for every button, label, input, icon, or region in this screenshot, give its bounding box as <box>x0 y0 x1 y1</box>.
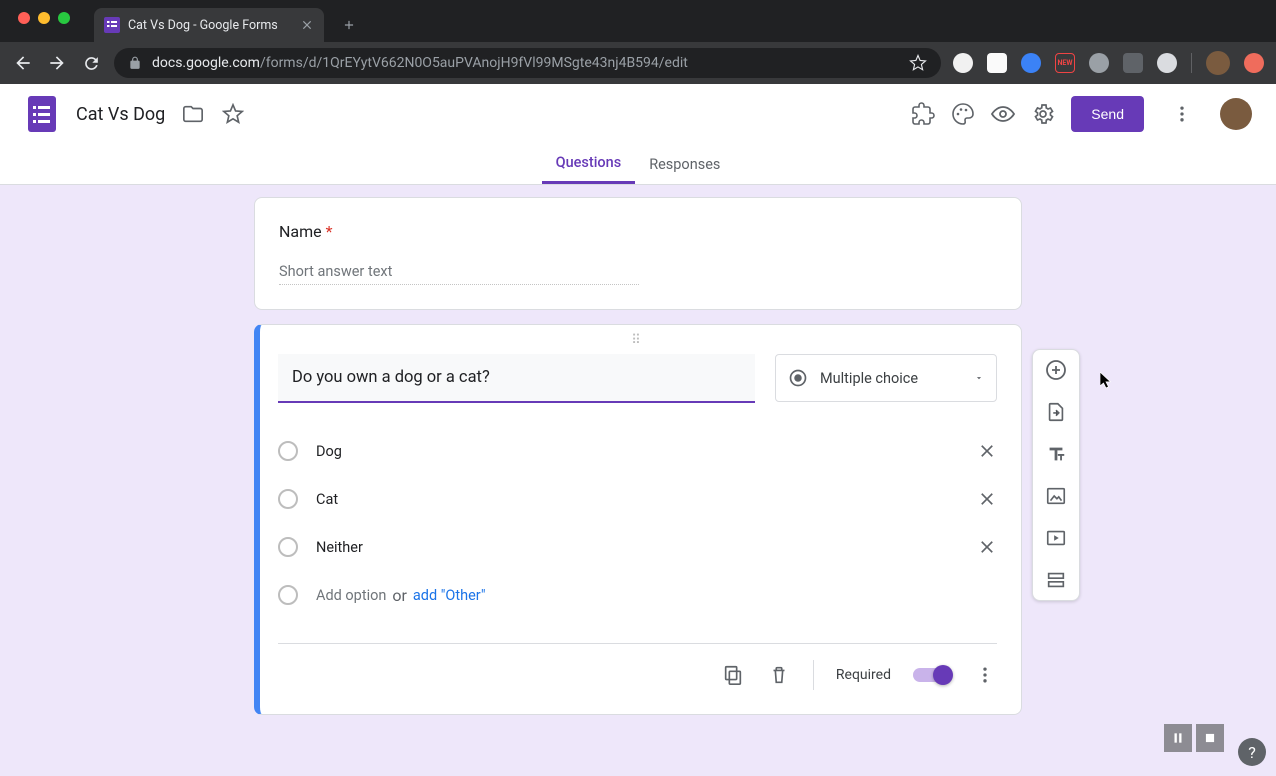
option-input[interactable] <box>316 539 977 556</box>
question-title-input[interactable] <box>278 354 755 403</box>
window-close-icon[interactable] <box>18 12 30 24</box>
question-card-short-answer[interactable]: Name* Short answer text <box>254 197 1022 310</box>
browser-forward-button[interactable] <box>46 52 68 74</box>
short-answer-placeholder: Short answer text <box>279 263 639 285</box>
star-button[interactable] <box>221 102 245 126</box>
import-questions-button[interactable] <box>1044 400 1068 424</box>
forms-header: Cat Vs Dog Send <box>0 84 1276 144</box>
address-bar[interactable]: docs.google.com/forms/d/1QrEYytV662N0O5a… <box>114 48 941 78</box>
stop-recording-icon[interactable] <box>1196 724 1224 752</box>
question-type-dropdown[interactable]: Multiple choice <box>775 354 997 402</box>
mouse-cursor-icon <box>1100 372 1114 390</box>
account-avatar[interactable] <box>1220 98 1252 130</box>
delete-button[interactable] <box>767 663 791 687</box>
extension-icon[interactable] <box>1123 53 1143 73</box>
radio-icon <box>788 368 808 388</box>
window-controls[interactable] <box>18 12 70 24</box>
add-section-button[interactable] <box>1044 568 1068 592</box>
url-host: docs.google.com/forms/d/1QrEYytV662N0O5a… <box>152 55 688 71</box>
remove-option-icon[interactable] <box>977 489 997 509</box>
new-tab-button[interactable] <box>334 10 364 40</box>
browser-extensions: NEW <box>953 51 1264 75</box>
options-list: Add option or add "Other" <box>278 427 997 619</box>
remove-option-icon[interactable] <box>977 441 997 461</box>
required-toggle[interactable] <box>913 668 951 682</box>
browser-tab-strip: Cat Vs Dog - Google Forms <box>0 0 1276 42</box>
required-label: Required <box>836 667 891 683</box>
addons-button[interactable] <box>911 102 935 126</box>
question-title: Name* <box>279 222 997 241</box>
settings-button[interactable] <box>1031 102 1055 126</box>
add-title-button[interactable] <box>1044 442 1068 466</box>
extension-icon[interactable] <box>1089 53 1109 73</box>
radio-icon <box>278 537 298 557</box>
window-minimize-icon[interactable] <box>38 12 50 24</box>
send-button[interactable]: Send <box>1071 96 1144 132</box>
bookmark-star-icon[interactable] <box>909 54 927 72</box>
chevron-down-icon <box>974 373 984 383</box>
customize-theme-button[interactable] <box>951 102 975 126</box>
question-type-label: Multiple choice <box>820 370 962 387</box>
floating-toolbar <box>1032 349 1080 601</box>
add-image-button[interactable] <box>1044 484 1068 508</box>
option-input[interactable] <box>316 443 977 460</box>
extension-icon[interactable] <box>987 53 1007 73</box>
add-video-button[interactable] <box>1044 526 1068 550</box>
option-row[interactable] <box>278 523 997 571</box>
question-footer: Required <box>278 643 997 690</box>
radio-icon <box>278 585 298 605</box>
question-more-button[interactable] <box>973 663 997 687</box>
remove-option-icon[interactable] <box>977 537 997 557</box>
move-folder-button[interactable] <box>181 102 205 126</box>
option-input[interactable] <box>316 491 977 508</box>
more-menu-button[interactable] <box>1170 102 1194 126</box>
tab-title: Cat Vs Dog - Google Forms <box>128 18 292 33</box>
question-card-multiple-choice[interactable]: ⠿ Multiple choice <box>254 324 1022 715</box>
extension-icon[interactable] <box>1021 53 1041 73</box>
form-title[interactable]: Cat Vs Dog <box>76 104 165 125</box>
or-label: or <box>392 586 407 605</box>
tab-responses[interactable]: Responses <box>635 144 734 184</box>
duplicate-button[interactable] <box>721 663 745 687</box>
extension-icon[interactable] <box>1244 53 1264 73</box>
divider <box>1191 53 1192 73</box>
plus-icon <box>342 18 356 32</box>
forms-logo-icon[interactable] <box>24 96 60 132</box>
lock-icon <box>128 56 142 70</box>
form-canvas-area: Name* Short answer text ⠿ Multiple choic… <box>0 185 1276 776</box>
extension-icon[interactable] <box>953 53 973 73</box>
extension-icon[interactable] <box>1157 53 1177 73</box>
help-button[interactable]: ? <box>1238 738 1266 766</box>
radio-icon <box>278 441 298 461</box>
radio-icon <box>278 489 298 509</box>
option-row[interactable] <box>278 427 997 475</box>
add-option-row[interactable]: Add option or add "Other" <box>278 571 997 619</box>
browser-back-button[interactable] <box>12 52 34 74</box>
forms-favicon-icon <box>104 17 120 33</box>
divider <box>813 660 814 690</box>
browser-reload-button[interactable] <box>80 52 102 74</box>
add-question-button[interactable] <box>1044 358 1068 382</box>
required-star-icon: * <box>326 222 333 241</box>
close-tab-icon[interactable] <box>300 18 314 32</box>
window-maximize-icon[interactable] <box>58 12 70 24</box>
add-option-label[interactable]: Add option <box>316 587 386 604</box>
browser-tab[interactable]: Cat Vs Dog - Google Forms <box>94 8 324 42</box>
preview-button[interactable] <box>991 102 1015 126</box>
tab-questions[interactable]: Questions <box>542 144 636 184</box>
drag-handle-icon[interactable]: ⠿ <box>278 333 997 348</box>
option-row[interactable] <box>278 475 997 523</box>
question-title-text: Name <box>279 222 322 241</box>
screen-recording-controls[interactable] <box>1164 724 1224 752</box>
profile-avatar[interactable] <box>1206 51 1230 75</box>
browser-chrome: Cat Vs Dog - Google Forms docs.google.co… <box>0 0 1276 84</box>
pause-recording-icon[interactable] <box>1164 724 1192 752</box>
form-tabs: Questions Responses <box>0 144 1276 185</box>
browser-toolbar: docs.google.com/forms/d/1QrEYytV662N0O5a… <box>0 42 1276 84</box>
add-other-button[interactable]: add "Other" <box>413 587 486 604</box>
extension-icon[interactable]: NEW <box>1055 53 1075 73</box>
